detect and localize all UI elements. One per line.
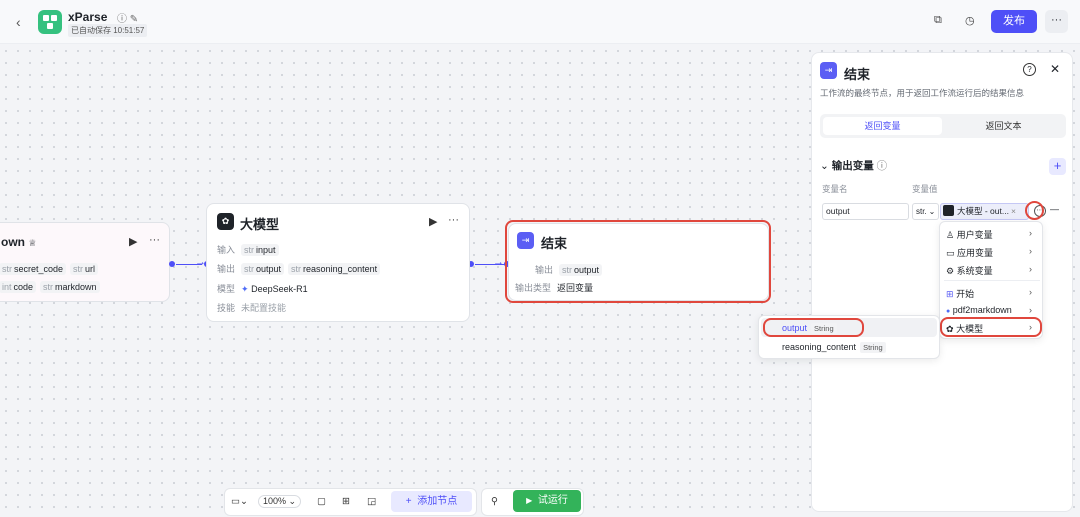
gear-icon: ⚙	[946, 266, 955, 276]
llm-node-icon: ✿	[217, 213, 234, 230]
comment-icon[interactable]: ▢	[317, 496, 326, 507]
node-output-row: 输出 str output str reasoning_content	[217, 262, 384, 275]
menu-item-app-variables[interactable]: ▭ 应用变量	[946, 246, 993, 259]
highlight-llm-item	[940, 317, 1042, 337]
chevron-right-icon: ›	[1029, 246, 1032, 256]
panel-description: 工作流的最终节点，用于返回工作流运行后的结果信息	[820, 88, 1025, 98]
node-pdf2markdown[interactable]: own ♕ ▶ ··· str secret_code str url int code…	[0, 222, 170, 302]
node-more-icon[interactable]: ···	[448, 214, 459, 226]
start-icon: ⊞	[946, 289, 954, 299]
chevron-right-icon: ›	[1029, 287, 1032, 297]
node-more-icon[interactable]: ···	[149, 234, 160, 246]
node-output-row: int code str markdown	[0, 281, 104, 293]
variable-type-select[interactable]: str. ⌄	[912, 203, 939, 220]
highlight-end-node	[505, 220, 771, 303]
highlight-picker	[1025, 201, 1044, 220]
tab-return-variable[interactable]: 返回变量	[823, 117, 942, 135]
node-model-row: 模型 ✦ DeepSeek-R1	[217, 284, 308, 294]
arrow-right-icon: →	[493, 256, 504, 268]
user-icon: ♙	[946, 230, 955, 240]
layout-icon[interactable]: ◲	[367, 496, 376, 507]
node-title: 大模型	[240, 217, 280, 232]
panel-title: 结束	[844, 67, 871, 82]
history-icon[interactable]: ◷	[965, 14, 975, 27]
menu-item-pdf2markdown[interactable]: ● pdf2markdown	[946, 305, 1012, 315]
run-node-icon[interactable]: ▶	[429, 215, 437, 228]
node-flag-icon: ♕	[28, 238, 37, 248]
top-bar: ‹ xParse ⓘ ✎ 已自动保存 10:51:57 ⧉ ◷ 发布 ···	[0, 0, 1080, 44]
output-variable-section[interactable]: ⌄ 输出变量 ⓘ	[820, 158, 887, 173]
return-mode-tabs: 返回变量 返回文本	[820, 114, 1066, 138]
highlight-output-item	[763, 318, 864, 337]
menu-item-start[interactable]: ⊞ 开始	[946, 287, 974, 300]
add-node-button[interactable]: + 添加节点	[391, 491, 472, 512]
variable-name-input[interactable]: output	[822, 203, 909, 220]
column-header-name: 变量名	[822, 184, 848, 194]
divider	[944, 280, 1040, 281]
run-node-icon[interactable]: ▶	[129, 235, 137, 248]
output-handle[interactable]	[169, 261, 175, 267]
help-icon[interactable]: ?	[1023, 63, 1036, 76]
grid-icon[interactable]: ⊞	[342, 496, 350, 507]
menu-item-user-variables[interactable]: ♙ 用户变量	[946, 228, 993, 241]
tab-return-text[interactable]: 返回文本	[944, 117, 1063, 135]
node-llm[interactable]: ✿ 大模型 ▶ ··· 输入 str input 输出 str output str rea…	[206, 203, 470, 322]
app-logo-icon	[38, 10, 62, 34]
menu-item-system-variables[interactable]: ⚙ 系统变量	[946, 264, 993, 277]
remove-variable-icon[interactable]: —	[1050, 204, 1059, 214]
deepseek-icon: ✦	[241, 284, 249, 294]
app-name: xParse	[68, 10, 108, 24]
more-button[interactable]: ···	[1045, 10, 1068, 33]
add-variable-button[interactable]: +	[1049, 158, 1066, 175]
submenu-item-reasoning-content[interactable]: reasoning_content String	[782, 342, 886, 353]
folder-icon: ▭	[946, 248, 955, 258]
column-header-value: 变量值	[912, 184, 938, 194]
chevron-right-icon: ›	[1029, 264, 1032, 274]
chevron-right-icon: ›	[1029, 305, 1032, 315]
close-icon[interactable]: ✕	[1050, 62, 1060, 76]
zoom-select[interactable]: 100% ⌄	[258, 495, 302, 508]
chevron-right-icon: ›	[1029, 228, 1032, 238]
back-icon[interactable]: ‹	[16, 14, 21, 30]
publish-button[interactable]: 发布	[991, 10, 1037, 33]
info-icon: ⓘ	[876, 160, 888, 172]
minimap-icon[interactable]: ▭⌄	[231, 496, 248, 507]
node-title: own ♕	[1, 235, 37, 249]
variable-value-select[interactable]: 大模型 - out... ×	[940, 203, 1029, 220]
test-run-button[interactable]: ▶ 试运行	[513, 490, 581, 512]
node-input-row: 输入 str input	[217, 243, 283, 256]
chevron-down-icon: ⌄	[820, 160, 829, 172]
debug-icon[interactable]: ⚲	[491, 496, 498, 507]
end-node-icon: ⇥	[820, 62, 837, 79]
node-output-row: str secret_code str url	[0, 263, 102, 275]
copy-icon[interactable]: ⧉	[934, 14, 942, 27]
plugin-icon: ●	[946, 308, 951, 315]
node-skill-row: 技能 未配置技能	[217, 303, 287, 313]
save-status: 已自动保存 10:51:57	[68, 24, 148, 37]
